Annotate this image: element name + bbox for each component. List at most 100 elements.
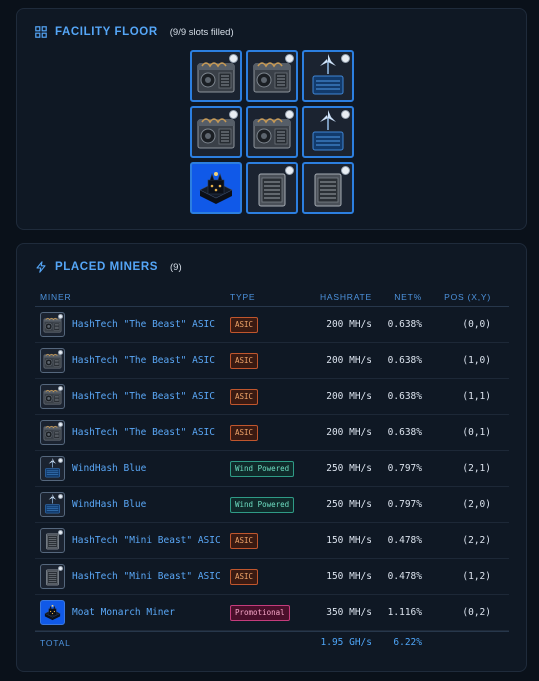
col-header-type[interactable]: TYPE [230, 292, 300, 302]
slot-status-badge-icon [229, 54, 238, 63]
type-cell: ASIC [230, 532, 300, 549]
pos-cell: (0,1) [462, 427, 491, 438]
type-cell: ASIC [230, 424, 300, 441]
table-row[interactable]: HashTech "Mini Beast" ASIC ASIC 150 MH/s… [35, 523, 509, 559]
col-header-miner[interactable]: MINER [35, 292, 230, 302]
promo-miner-icon [194, 166, 238, 210]
net-cell: 0.638% [387, 391, 422, 402]
miner-status-badge-icon [58, 314, 63, 319]
type-badge: Wind Powered [230, 460, 295, 477]
slot-status-badge-icon [341, 110, 350, 119]
table-row[interactable]: WindHash Blue Wind Powered 250 MH/s 0.79… [35, 451, 509, 487]
net-cell: 0.478% [387, 571, 422, 582]
miner-cell: WindHash Blue [35, 492, 230, 517]
table-row[interactable]: HashTech "The Beast" ASIC ASIC 200 MH/s … [35, 415, 509, 451]
hashrate-cell: 200 MH/s [326, 355, 372, 366]
facility-slot[interactable] [246, 50, 298, 102]
facility-slot[interactable] [302, 106, 354, 158]
miner-thumbnail [40, 420, 65, 445]
table-row[interactable]: HashTech "The Beast" ASIC ASIC 200 MH/s … [35, 307, 509, 343]
pos-cell: (1,2) [462, 571, 491, 582]
pos-cell: (2,1) [462, 463, 491, 474]
miner-name: HashTech "The Beast" ASIC [72, 391, 215, 402]
facility-slot-grid [190, 50, 354, 214]
facility-slot[interactable] [302, 162, 354, 214]
facility-floor-panel: FACILITY FLOOR (9/9 slots filled) [16, 8, 527, 230]
placed-miners-count: (9) [170, 261, 182, 273]
miner-cell: HashTech "The Beast" ASIC [35, 312, 230, 337]
type-cell: ASIC [230, 388, 300, 405]
placed-miners-title: PLACED MINERS [55, 261, 159, 273]
type-badge: Promotional [230, 604, 290, 621]
type-badge: Wind Powered [230, 496, 295, 513]
slot-status-badge-icon [285, 54, 294, 63]
miner-name: HashTech "The Beast" ASIC [72, 427, 215, 438]
table-row[interactable]: HashTech "The Beast" ASIC ASIC 200 MH/s … [35, 379, 509, 415]
type-badge: ASIC [230, 424, 259, 441]
facility-slot[interactable] [302, 50, 354, 102]
net-cell: 1.116% [387, 607, 422, 618]
miner-status-badge-icon [58, 458, 63, 463]
placed-miners-table: MINER TYPE HASHRATE NET% POS (X,Y) HashT… [35, 288, 509, 653]
lightning-icon [36, 261, 46, 273]
col-header-net[interactable]: NET% [372, 292, 422, 302]
col-header-pos[interactable]: POS (X,Y) [422, 292, 497, 302]
total-net: 6.22% [393, 637, 422, 648]
net-cell: 0.638% [387, 427, 422, 438]
type-cell: ASIC [230, 568, 300, 585]
miner-thumbnail [40, 348, 65, 373]
pos-cell: (0,2) [462, 607, 491, 618]
miner-status-badge-icon [58, 350, 63, 355]
slot-status-badge-icon [229, 110, 238, 119]
table-row[interactable]: Moat Monarch Miner Promotional 350 MH/s … [35, 595, 509, 631]
table-body: HashTech "The Beast" ASIC ASIC 200 MH/s … [35, 307, 509, 631]
hashrate-cell: 150 MH/s [326, 571, 372, 582]
facility-floor-title: FACILITY FLOOR [55, 26, 158, 38]
table-row[interactable]: WindHash Blue Wind Powered 250 MH/s 0.79… [35, 487, 509, 523]
net-cell: 0.478% [387, 535, 422, 546]
miner-name: HashTech "The Beast" ASIC [72, 319, 215, 330]
pos-cell: (2,2) [462, 535, 491, 546]
type-badge: ASIC [230, 532, 259, 549]
type-badge: ASIC [230, 568, 259, 585]
type-cell: Promotional [230, 604, 300, 621]
miner-cell: Moat Monarch Miner [35, 600, 230, 625]
net-cell: 0.797% [387, 463, 422, 474]
miner-name: Moat Monarch Miner [72, 607, 175, 618]
miner-thumbnail [40, 384, 65, 409]
type-cell: ASIC [230, 316, 300, 333]
table-row[interactable]: HashTech "Mini Beast" ASIC ASIC 150 MH/s… [35, 559, 509, 595]
miner-cell: HashTech "Mini Beast" ASIC [35, 528, 230, 553]
hashrate-cell: 150 MH/s [326, 535, 372, 546]
grid-icon [35, 26, 47, 38]
miner-cell: HashTech "The Beast" ASIC [35, 420, 230, 445]
table-header-row: MINER TYPE HASHRATE NET% POS (X,Y) [35, 288, 509, 307]
facility-slot[interactable] [246, 106, 298, 158]
pos-cell: (2,0) [462, 499, 491, 510]
miner-cell: HashTech "The Beast" ASIC [35, 348, 230, 373]
miner-status-badge-icon [58, 386, 63, 391]
facility-slot[interactable] [190, 50, 242, 102]
facility-floor-header: FACILITY FLOOR (9/9 slots filled) [35, 26, 234, 38]
facility-slot[interactable] [246, 162, 298, 214]
facility-slot[interactable] [190, 106, 242, 158]
type-cell: Wind Powered [230, 460, 300, 477]
pos-cell: (0,0) [462, 319, 491, 330]
miner-cell: WindHash Blue [35, 456, 230, 481]
slot-status-badge-icon [285, 110, 294, 119]
type-badge: ASIC [230, 352, 259, 369]
miner-name: HashTech "Mini Beast" ASIC [72, 535, 221, 546]
miner-status-badge-icon [58, 494, 63, 499]
col-header-hashrate[interactable]: HASHRATE [300, 292, 372, 302]
hashrate-cell: 200 MH/s [326, 319, 372, 330]
placed-miners-header: PLACED MINERS (9) [35, 261, 182, 273]
miner-thumbnail [40, 600, 65, 625]
facility-slot[interactable] [190, 162, 242, 214]
table-total-row: TOTAL 1.95 GH/s 6.22% [35, 631, 509, 653]
table-row[interactable]: HashTech "The Beast" ASIC ASIC 200 MH/s … [35, 343, 509, 379]
type-badge: ASIC [230, 388, 259, 405]
placed-miners-panel: PLACED MINERS (9) MINER TYPE HASHRATE NE… [16, 243, 527, 672]
miner-status-badge-icon [58, 422, 63, 427]
hashrate-cell: 250 MH/s [326, 463, 372, 474]
hashrate-cell: 250 MH/s [326, 499, 372, 510]
